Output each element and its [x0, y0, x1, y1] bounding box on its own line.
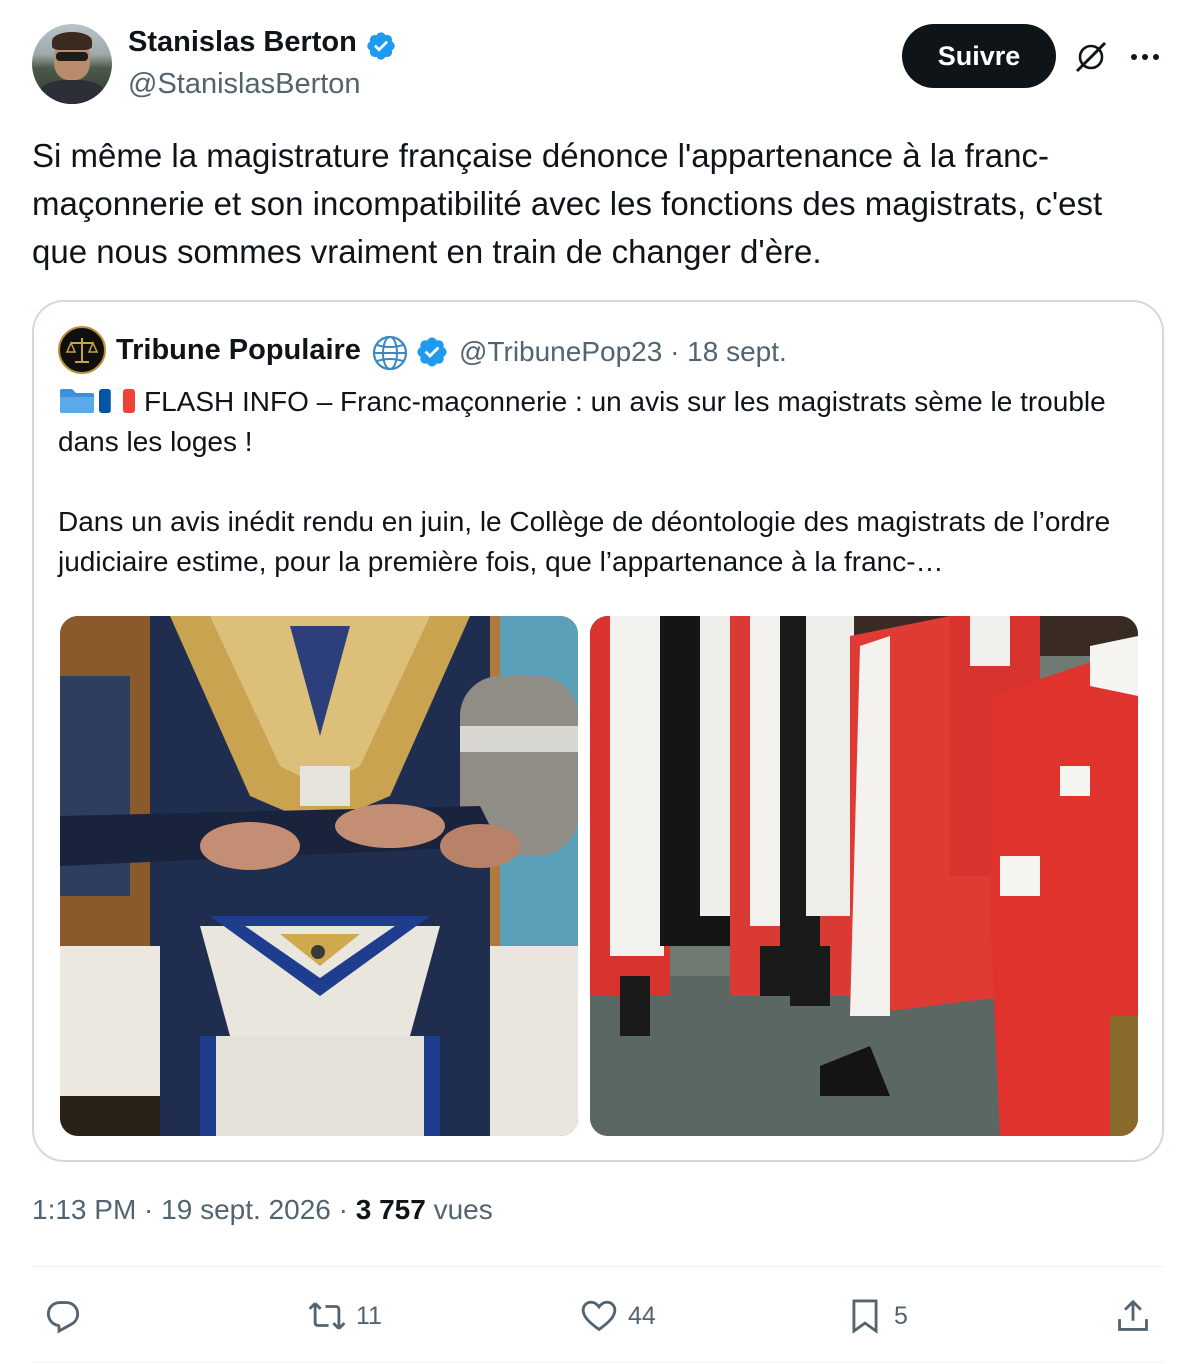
tweet-meta: 1:13 PM · 19 sept. 2026 · 3 757 vues [32, 1194, 493, 1226]
retweet-count: 11 [356, 1301, 382, 1330]
views-count: 3 757 [355, 1194, 426, 1225]
quoted-paragraph-1-text: FLASH INFO – Franc-maçonnerie : un avis … [58, 386, 1106, 457]
author-name[interactable]: Stanislas Berton [128, 26, 357, 59]
quoted-paragraph-2: Dans un avis inédit rendu en juin, le Co… [58, 506, 1111, 577]
share-button[interactable] [1114, 1282, 1152, 1350]
reply-button[interactable] [44, 1282, 92, 1350]
timestamp[interactable]: 1:13 PM · 19 sept. 2026 · [32, 1194, 356, 1225]
verified-badge-icon [417, 337, 447, 367]
tweet-header: Stanislas Berton @StanislasBerton Suivre [32, 24, 1164, 104]
divider [32, 1266, 1164, 1267]
scales-logo-icon [65, 338, 99, 363]
author-handle[interactable]: @StanislasBerton [128, 68, 361, 101]
action-bar: 11 44 5 [32, 1282, 1164, 1350]
views-label: vues [425, 1194, 493, 1225]
more-icon[interactable] [1126, 38, 1164, 76]
quoted-handle-date[interactable]: @TribunePop23 · 18 sept. [459, 336, 787, 368]
retweet-button[interactable]: 11 [308, 1282, 382, 1350]
tweet-text: Si même la magistrature française dénonc… [32, 137, 1103, 270]
bookmark-button[interactable]: 5 [846, 1282, 908, 1350]
quoted-author-avatar[interactable] [58, 326, 106, 374]
quoted-image-masonic-aprons[interactable] [60, 616, 578, 1136]
like-icon [581, 1300, 617, 1332]
quoted-paragraph-1: FLASH INFO – Franc-maçonnerie : un avis … [58, 382, 1142, 462]
quoted-author-name[interactable]: Tribune Populaire [116, 334, 361, 367]
bookmark-count: 5 [894, 1301, 908, 1330]
like-count: 44 [628, 1301, 656, 1330]
reply-icon [46, 1301, 80, 1334]
author-avatar[interactable] [32, 24, 112, 104]
bookmark-icon [852, 1299, 878, 1334]
quoted-tweet[interactable]: Tribune Populaire @TribunePop23 · 18 sep… [32, 300, 1164, 1162]
quoted-image-magistrates-robes[interactable] [590, 616, 1138, 1136]
quoted-text: FLASH INFO – Franc-maçonnerie : un avis … [58, 382, 1142, 622]
divider [32, 1362, 1164, 1363]
verified-badge-icon [367, 32, 395, 60]
like-button[interactable]: 44 [580, 1282, 656, 1350]
retweet-icon [308, 1302, 346, 1330]
globe-icon [372, 335, 408, 371]
share-icon [1118, 1299, 1148, 1331]
french-flag-icon [99, 388, 135, 414]
folder-icon [60, 389, 94, 413]
follow-button[interactable]: Suivre [902, 24, 1056, 88]
grok-icon[interactable] [1072, 38, 1110, 76]
